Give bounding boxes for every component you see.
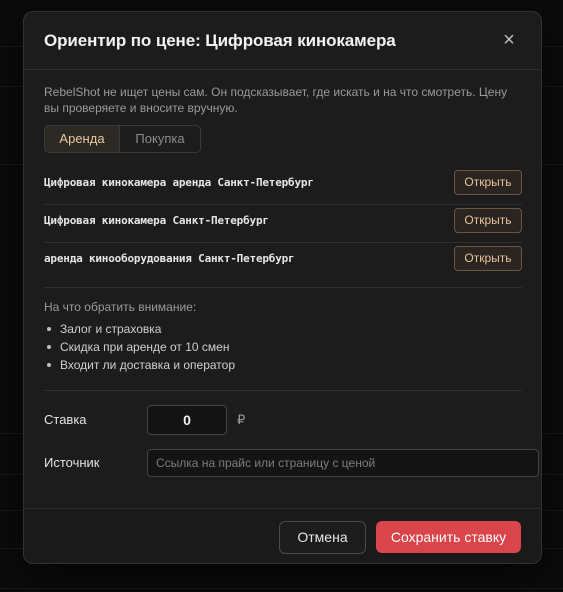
query-text: Цифровая кинокамера Санкт-Петербург [44, 214, 269, 227]
open-query-button[interactable]: Открыть [454, 246, 522, 271]
tip-text: Скидка при аренде от 10 смен [60, 340, 230, 354]
open-query-button[interactable]: Открыть [454, 208, 522, 233]
save-rate-button[interactable]: Сохранить ставку [376, 521, 521, 553]
notice-text: RebelShot не ищет цены сам. Он подсказыв… [44, 85, 508, 115]
query-row: Цифровая кинокамера аренда Санкт-Петербу… [44, 167, 522, 205]
source-label: Источник [44, 455, 100, 470]
rate-input[interactable] [147, 405, 227, 435]
query-text: Цифровая кинокамера аренда Санкт-Петербу… [44, 176, 314, 189]
rate-label: Ставка [44, 412, 87, 427]
tab-purchase[interactable]: Покупка [120, 126, 200, 152]
query-text: аренда кинооборудования Санкт-Петербург [44, 252, 295, 265]
bullet-icon [47, 345, 51, 349]
bullet-icon [47, 327, 51, 331]
close-icon[interactable]: × [499, 29, 519, 51]
tips-list: Залог и страховка Скидка при аренде от 1… [44, 320, 235, 374]
search-queries-list: Цифровая кинокамера аренда Санкт-Петербу… [44, 167, 522, 280]
tip-item: Входит ли доставка и оператор [44, 356, 235, 374]
open-query-button[interactable]: Открыть [454, 170, 522, 195]
bullet-icon [47, 363, 51, 367]
mode-switch: Аренда Покупка [44, 125, 201, 153]
divider [44, 390, 522, 391]
currency-symbol: ₽ [237, 412, 246, 427]
tab-rent[interactable]: Аренда [45, 126, 120, 152]
tips-title: На что обратить внимание: [44, 300, 197, 314]
source-input[interactable] [147, 449, 539, 477]
cancel-button[interactable]: Отмена [279, 521, 366, 554]
tip-item: Скидка при аренде от 10 смен [44, 338, 235, 356]
dialog-title: Ориентир по цене: Цифровая кинокамера [44, 31, 396, 50]
query-row: аренда кинооборудования Санкт-Петербург … [44, 243, 522, 280]
tip-text: Входит ли доставка и оператор [60, 358, 236, 372]
price-guide-dialog: Ориентир по цене: Цифровая кинокамера × … [23, 11, 542, 564]
query-row: Цифровая кинокамера Санкт-Петербург Откр… [44, 205, 522, 243]
tip-text: Залог и страховка [60, 322, 162, 336]
dialog-footer: Отмена Сохранить ставку [24, 508, 541, 563]
divider [44, 287, 522, 288]
tip-item: Залог и страховка [44, 320, 235, 338]
dialog-header: Ориентир по цене: Цифровая кинокамера × [24, 12, 541, 70]
